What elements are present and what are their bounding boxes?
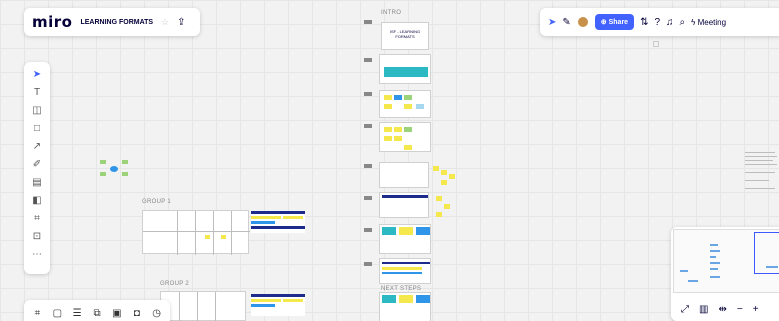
crop-icon[interactable]: ⌗ xyxy=(29,212,45,225)
help-icon[interactable]: ? xyxy=(654,17,660,28)
next-steps-frame[interactable] xyxy=(379,292,431,321)
intro-frame-7[interactable] xyxy=(379,258,431,284)
cover-frame[interactable]: ISF - LEARNING FORMATS xyxy=(381,22,429,50)
map-icon[interactable]: ▥ xyxy=(699,304,708,315)
upload-icon[interactable]: ⇪ xyxy=(177,17,185,28)
emoji-reactions-icon[interactable]: ⇅ xyxy=(640,17,648,28)
cover-title: ISF - LEARNING FORMATS xyxy=(389,29,421,39)
mindmap-cluster[interactable] xyxy=(98,158,132,180)
intro-frame-3[interactable] xyxy=(379,122,431,152)
minimap[interactable]: ⤢ ▥ ⇹ − + xyxy=(671,227,779,321)
bottom-toolbar: ⌗ ▢ ☰ ⧉ ▣ ◘ ◷ xyxy=(24,300,170,321)
present-icon[interactable]: ▣ xyxy=(109,307,124,320)
zoom-controls: ⤢ ▥ ⇹ − + xyxy=(671,299,779,319)
intro-frame-6[interactable] xyxy=(379,224,431,254)
sticky-note-icon[interactable]: ◫ xyxy=(29,104,45,117)
lightning-icon: ϟ xyxy=(691,17,696,27)
group2-table[interactable] xyxy=(251,294,305,316)
text-icon[interactable]: T xyxy=(29,86,45,99)
minimap-viewport[interactable] xyxy=(754,232,779,274)
intro-frame-4[interactable] xyxy=(379,162,429,188)
list-icon[interactable]: ☰ xyxy=(70,307,85,320)
share-screen-icon[interactable]: ⧉ xyxy=(90,307,105,320)
board-name[interactable]: LEARNING FORMATS xyxy=(80,19,153,26)
shape-icon[interactable]: □ xyxy=(29,122,45,135)
bell-icon[interactable]: ♫ xyxy=(666,17,674,28)
select-icon[interactable]: ➤ xyxy=(29,68,45,81)
minimap-view[interactable] xyxy=(673,229,779,293)
zoom-in-icon[interactable]: + xyxy=(753,304,759,315)
intro-label: INTRO xyxy=(381,10,402,16)
arrow-icon[interactable]: ↗ xyxy=(29,140,45,153)
group2-label: GROUP 2 xyxy=(160,281,189,287)
video-icon[interactable]: ◘ xyxy=(129,307,144,320)
share-icon: ⊕ xyxy=(600,19,607,26)
intro-frame-2[interactable] xyxy=(379,90,431,118)
avatar[interactable] xyxy=(576,16,589,28)
side-text-block[interactable] xyxy=(745,150,779,198)
group1-frame[interactable] xyxy=(142,210,250,255)
intro-frame-1[interactable] xyxy=(379,54,431,84)
timer-icon[interactable]: ◷ xyxy=(149,307,164,320)
fit-width-icon[interactable]: ⇹ xyxy=(718,304,726,315)
more-icon[interactable]: ⋯ xyxy=(29,248,45,261)
upload-icon[interactable]: ⊡ xyxy=(29,230,45,243)
intro-frame-5[interactable] xyxy=(379,192,429,218)
board-canvas[interactable]: INTRO ISF - LEARNING FORMATS NEXT STEPS … xyxy=(0,0,779,321)
group1-label: GROUP 1 xyxy=(142,199,171,205)
comment-icon[interactable]: ▤ xyxy=(29,176,45,189)
creation-toolbar: ➤ T ◫ □ ↗ ✐ ▤ ◧ ⌗ ⊡ ⋯ xyxy=(24,62,50,274)
frame-icon[interactable]: ◧ xyxy=(29,194,45,207)
meeting-button[interactable]: ϟ Meeting xyxy=(691,18,726,27)
zoom-out-icon[interactable]: − xyxy=(737,304,743,315)
grid-icon[interactable]: ⌗ xyxy=(30,307,45,320)
no-cursor-icon[interactable]: ✎ xyxy=(562,17,570,28)
group2-frame[interactable] xyxy=(160,291,246,321)
pen-icon[interactable]: ✐ xyxy=(29,158,45,171)
share-button[interactable]: ⊕ Share xyxy=(594,14,635,30)
board-header: miro LEARNING FORMATS ☆ ⇪ xyxy=(24,8,200,36)
comments-icon[interactable]: ▢ xyxy=(50,307,65,320)
collaboration-bar: ➤ ✎ ⊕ Share ⇅ ? ♫ ⌕ ϟ Meeting xyxy=(540,8,779,36)
star-icon[interactable]: ☆ xyxy=(161,17,169,28)
group1-table[interactable] xyxy=(251,211,305,233)
cursor-icon[interactable]: ➤ xyxy=(548,17,556,28)
miro-logo[interactable]: miro xyxy=(32,13,72,31)
fit-icon[interactable]: ⤢ xyxy=(681,304,689,315)
search-icon[interactable]: ⌕ xyxy=(680,17,686,28)
